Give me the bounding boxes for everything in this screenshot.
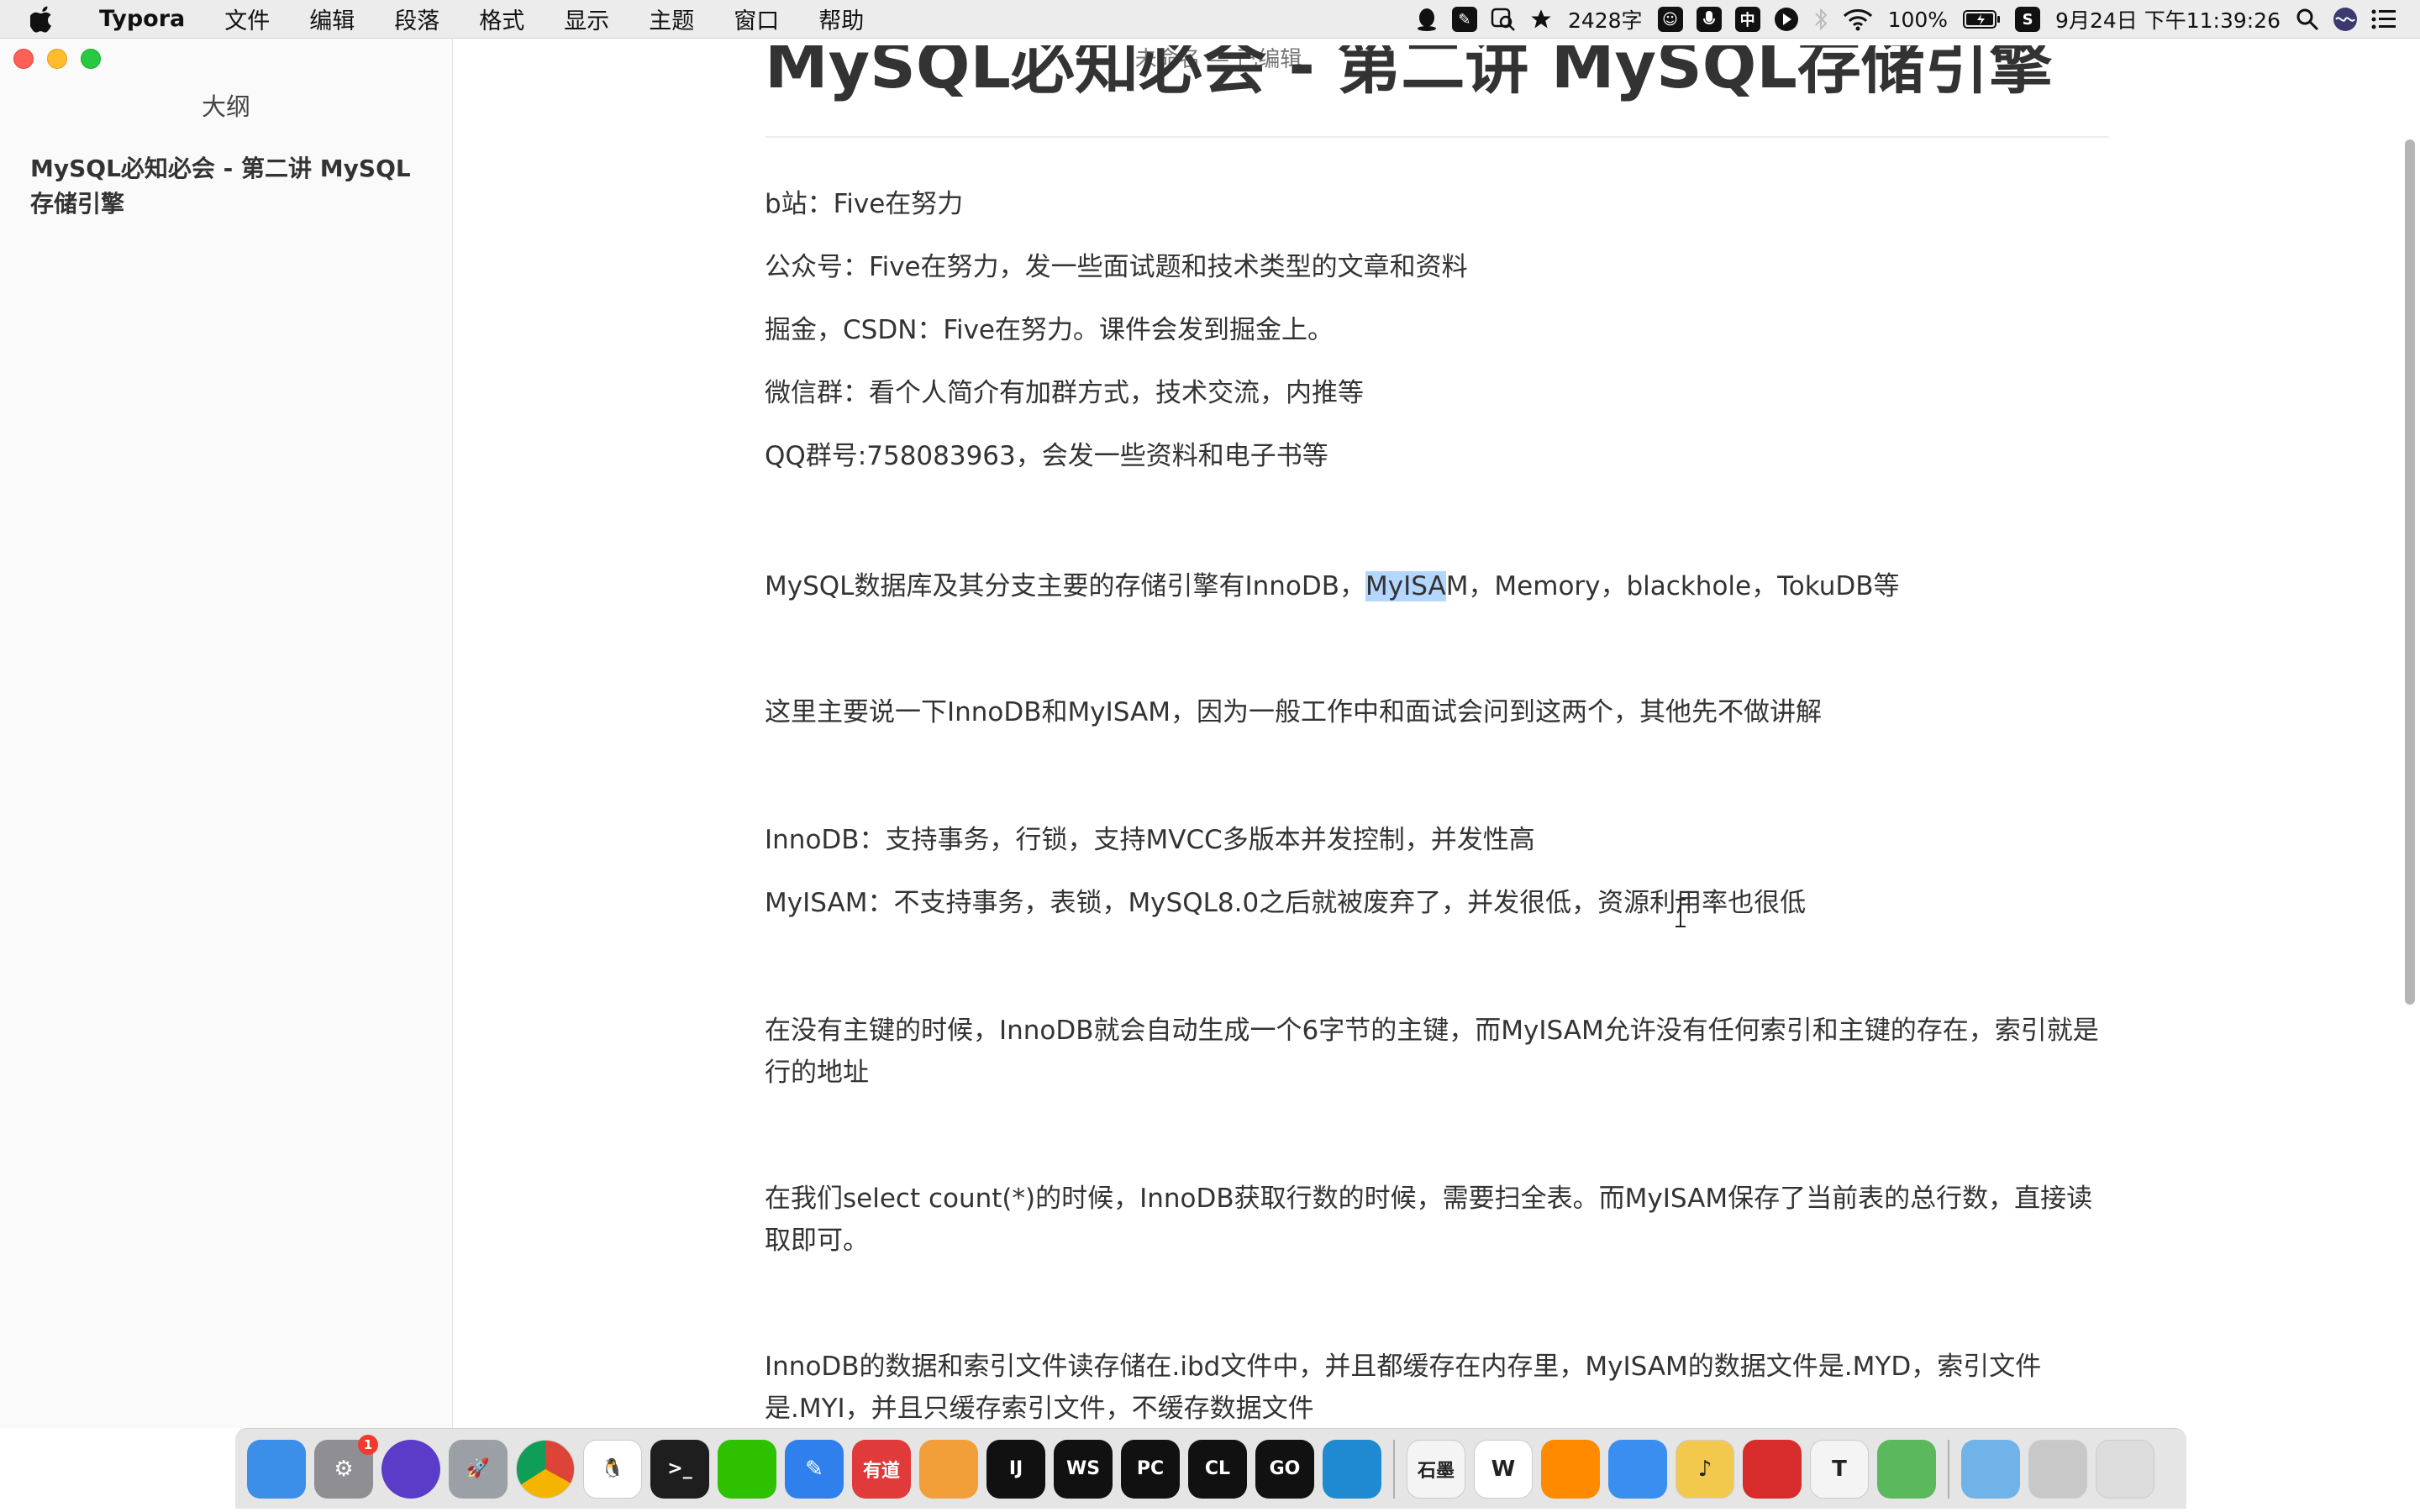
- close-button[interactable]: [13, 49, 34, 69]
- dock-goland-icon[interactable]: GO: [1255, 1439, 1314, 1499]
- dock-netease-music-icon[interactable]: [1743, 1439, 1802, 1499]
- apple-icon[interactable]: [30, 5, 64, 34]
- dock: ⚙ 1 🚀 🐧 >_ ✎ 有道 IJ WS PC CL GO 石墨 W ♪ T: [235, 1428, 2186, 1509]
- dock-music-app-icon[interactable]: ♪: [1676, 1439, 1734, 1499]
- menubar-clock[interactable]: 9月24日 下午11:39:26: [2055, 4, 2281, 34]
- para-wechat-group[interactable]: 微信群：看个人简介有加群方式，技术交流，内推等: [765, 372, 2109, 414]
- zoom-button[interactable]: [81, 49, 101, 69]
- menu-paragraph[interactable]: 段落: [374, 3, 459, 35]
- siri-icon[interactable]: [2333, 7, 2358, 32]
- dock-baidu-netdisk-icon[interactable]: [1608, 1439, 1667, 1499]
- qq-tray-icon[interactable]: [1415, 7, 1439, 32]
- star-tray-icon[interactable]: [1529, 8, 1553, 31]
- battery-percentage[interactable]: 100%: [1888, 8, 1948, 32]
- menu-help[interactable]: 帮助: [798, 3, 883, 35]
- dock-wechat-icon[interactable]: [718, 1439, 776, 1499]
- para-engines-text-start: MySQL数据库及其分支主要的存储引擎有InnoDB，: [765, 571, 1365, 601]
- dock-youdao-icon[interactable]: 有道: [852, 1439, 911, 1499]
- dock-typora-icon[interactable]: T: [1810, 1439, 1869, 1499]
- para-innodb[interactable]: InnoDB：支持事务，行锁，支持MVCC多版本并发控制，并发性高: [765, 819, 2109, 861]
- dock-terminal-icon[interactable]: >_: [650, 1439, 709, 1499]
- menu-format[interactable]: 格式: [459, 3, 544, 35]
- notification-center-icon[interactable]: [2371, 8, 2396, 30]
- menu-theme[interactable]: 主题: [629, 3, 713, 35]
- outline-item-title[interactable]: MySQL必知必会 - 第二讲 MySQL存储引擎: [30, 151, 417, 222]
- dock-eudic-icon[interactable]: [1877, 1439, 1936, 1499]
- para-myisam[interactable]: MyISAM：不支持事务，表锁，MySQL8.0之后就被废弃了，并发很低，资源利…: [765, 882, 2109, 924]
- editor-area[interactable]: MySQL必知必会 - 第二讲 MySQL存储引擎 b站：Five在努力 公众号…: [454, 39, 2420, 1428]
- dock-downloads-icon[interactable]: [1961, 1439, 2020, 1499]
- para-bilibili[interactable]: b站：Five在努力: [765, 183, 2109, 225]
- document-title[interactable]: MySQL必知必会 - 第二讲 MySQL存储引擎: [765, 45, 2109, 146]
- word-count[interactable]: 2428字: [1568, 4, 1643, 34]
- menu-file[interactable]: 文件: [204, 3, 289, 35]
- para-engines-text-end: M，Memory，blackhole，TokuDB等: [1445, 571, 1900, 601]
- dock-system-preferences-icon[interactable]: ⚙ 1: [314, 1434, 378, 1499]
- dock-finder-icon[interactable]: [247, 1439, 306, 1499]
- search-translate-tray-icon[interactable]: [1491, 7, 1516, 32]
- outline-heading: 大纲: [201, 92, 250, 121]
- outline-sidebar: 大纲 MySQL必知必会 - 第二讲 MySQL存储引擎: [0, 39, 453, 1428]
- menu-bar: Typora 文件 编辑 段落 格式 显示 主题 窗口 帮助 ✎ 2428字 ☺…: [0, 0, 2420, 39]
- dock-separator: [1393, 1439, 1395, 1499]
- dock-webstorm-icon[interactable]: WS: [1054, 1439, 1113, 1499]
- dock-siri-icon[interactable]: [381, 1439, 440, 1499]
- dock-intellij-icon[interactable]: IJ: [986, 1439, 1045, 1499]
- play-tray-icon[interactable]: [1774, 7, 1799, 32]
- dock-notes-app-icon[interactable]: ✎: [785, 1439, 844, 1499]
- text-selection[interactable]: MyISA: [1365, 571, 1446, 601]
- dock-painting-app-icon[interactable]: [919, 1439, 978, 1499]
- notification-badge: 1: [358, 1434, 378, 1455]
- bluetooth-icon[interactable]: [1812, 7, 1829, 32]
- dock-chrome-icon[interactable]: [516, 1439, 575, 1499]
- dock-launchpad-icon[interactable]: 🚀: [449, 1439, 508, 1499]
- para-files[interactable]: InnoDB的数据和索引文件读存储在.ibd文件中，并且都缓存在内存里，MyIS…: [765, 1346, 2109, 1428]
- s-app-tray-icon[interactable]: S: [2015, 7, 2041, 32]
- menu-view[interactable]: 显示: [544, 3, 629, 35]
- face-tray-icon[interactable]: ☺: [1657, 7, 1683, 32]
- menu-edit[interactable]: 编辑: [289, 3, 374, 35]
- pen-tray-icon[interactable]: ✎: [1451, 7, 1477, 32]
- para-primary-key[interactable]: 在没有主键的时候，InnoDB就会自动生成一个6字节的主键，而MyISAM允许没…: [765, 1010, 2109, 1094]
- para-juejin[interactable]: 掘金，CSDN：Five在努力。课件会发到掘金上。: [765, 309, 2109, 351]
- dock-vscode-icon[interactable]: [1323, 1439, 1381, 1499]
- para-focus[interactable]: 这里主要说一下InnoDB和MyISAM，因为一般工作中和面试会问到这两个，其他…: [765, 691, 2109, 733]
- dock-qq-icon[interactable]: 🐧: [583, 1439, 642, 1499]
- battery-icon[interactable]: [1963, 9, 2002, 29]
- window-controls: [13, 49, 114, 69]
- wifi-icon[interactable]: [1843, 8, 1873, 31]
- typora-window: 大纲 MySQL必知必会 - 第二讲 MySQL存储引擎 未命名 — 已编辑 M…: [0, 39, 2420, 1428]
- dock-clion-icon[interactable]: CL: [1188, 1439, 1247, 1499]
- para-storage-engines[interactable]: MySQL数据库及其分支主要的存储引擎有InnoDB，MyISAM，Memory…: [765, 565, 2109, 607]
- minimize-button[interactable]: [47, 49, 67, 69]
- para-gongzhonghao[interactable]: 公众号：Five在努力，发一些面试题和技术类型的文章和资料: [765, 246, 2109, 288]
- dock-screenshots-folder-icon[interactable]: [2028, 1439, 2087, 1499]
- dock-shimo-icon[interactable]: 石墨: [1407, 1439, 1465, 1499]
- microphone-tray-icon[interactable]: [1696, 7, 1722, 32]
- dock-trash-icon[interactable]: [2096, 1439, 2154, 1499]
- menu-window[interactable]: 窗口: [713, 3, 798, 35]
- menu-app-typora[interactable]: Typora: [91, 6, 204, 32]
- spotlight-search-icon[interactable]: [2296, 8, 2319, 31]
- document-title-text: MySQL必知必会 - 第二讲 MySQL存储引擎: [765, 45, 2053, 102]
- dock-wps-icon[interactable]: W: [1474, 1439, 1533, 1499]
- dock-separator: [1948, 1439, 1949, 1499]
- dock-photos-app-icon[interactable]: [1541, 1439, 1600, 1499]
- scrollbar[interactable]: [2405, 139, 2415, 1005]
- text-cursor-icon: [1676, 899, 1686, 927]
- para-count[interactable]: 在我们select count(*)的时候，InnoDB获取行数的时候，需要扫全…: [765, 1178, 2109, 1262]
- input-method-icon[interactable]: 中: [1734, 7, 1760, 32]
- dock-pycharm-icon[interactable]: PC: [1121, 1439, 1180, 1499]
- para-qq-group[interactable]: QQ群号:758083963，会发一些资料和电子书等: [765, 435, 2109, 477]
- title-divider: [765, 136, 2109, 138]
